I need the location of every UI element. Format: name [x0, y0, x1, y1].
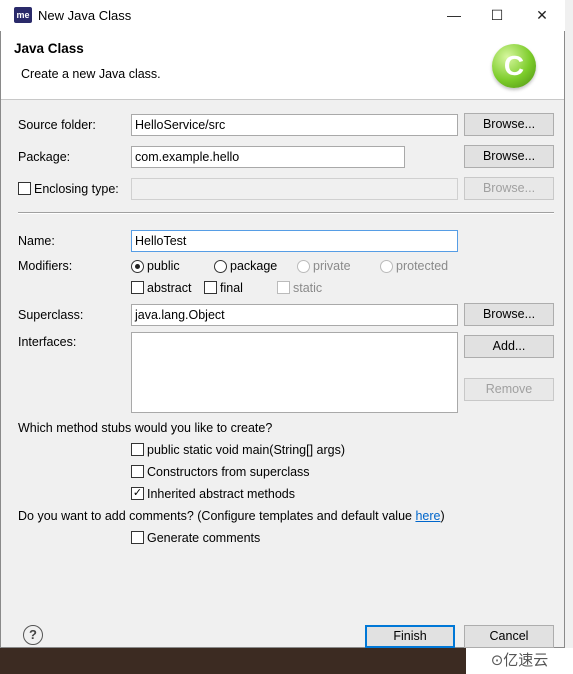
constructors-checkbox[interactable]: [131, 465, 144, 478]
private-radio[interactable]: [297, 260, 310, 273]
separator: [18, 212, 554, 214]
close-button[interactable]: ✕: [529, 5, 555, 25]
comments-question-text: Do you want to add comments? (Configure …: [18, 509, 416, 523]
source-folder-browse-button[interactable]: Browse...: [464, 113, 554, 136]
modifiers-label: Modifiers:: [18, 259, 73, 273]
superclass-browse-button[interactable]: Browse...: [464, 303, 554, 326]
window-title: New Java Class: [38, 8, 132, 23]
package-browse-button[interactable]: Browse...: [464, 145, 554, 168]
source-folder-field[interactable]: HelloService/src: [131, 114, 458, 136]
page-title: Java Class: [14, 41, 84, 56]
inherited-methods-checkbox[interactable]: ✓: [131, 487, 144, 500]
superclass-label: Superclass:: [18, 308, 84, 322]
constructors-label: Constructors from superclass: [147, 465, 310, 479]
final-checkbox[interactable]: [204, 281, 217, 294]
enclosing-type-field[interactable]: [131, 178, 458, 200]
source-folder-label: Source folder:: [18, 118, 96, 132]
main-method-checkbox[interactable]: [131, 443, 144, 456]
abstract-checkbox[interactable]: [131, 281, 144, 294]
enclosing-type-browse-button[interactable]: Browse...: [464, 177, 554, 200]
final-checkbox-label: final: [220, 281, 243, 295]
protected-radio-label: protected: [396, 259, 449, 273]
comments-question: Do you want to add comments? (Configure …: [18, 509, 445, 523]
configure-templates-link[interactable]: here: [415, 509, 440, 523]
protected-radio[interactable]: [380, 260, 393, 273]
superclass-field[interactable]: java.lang.Object: [131, 304, 458, 326]
minimize-button[interactable]: —: [441, 5, 467, 25]
public-radio[interactable]: [131, 260, 144, 273]
public-radio-label: public: [147, 259, 180, 273]
java-class-icon: C: [492, 44, 536, 88]
background-window-right: [565, 0, 573, 674]
enclosing-type-label: Enclosing type:: [34, 182, 119, 196]
static-checkbox[interactable]: [277, 281, 290, 294]
package-radio-label: package: [230, 259, 278, 273]
finish-button[interactable]: Finish: [365, 625, 455, 648]
watermark-logo: ⊙亿速云: [466, 648, 573, 674]
generate-comments-label: Generate comments: [147, 531, 261, 545]
inherited-methods-label: Inherited abstract methods: [147, 487, 295, 501]
package-label: Package:: [18, 150, 71, 164]
name-field[interactable]: HelloTest: [131, 230, 458, 252]
static-checkbox-label: static: [293, 281, 323, 295]
package-radio[interactable]: [214, 260, 227, 273]
name-label: Name:: [18, 234, 55, 248]
package-field[interactable]: com.example.hello: [131, 146, 405, 168]
maximize-button[interactable]: ☐: [484, 5, 510, 25]
interfaces-label: Interfaces:: [18, 335, 77, 349]
comments-question-end: ): [440, 509, 445, 523]
cancel-button[interactable]: Cancel: [464, 625, 554, 648]
main-method-label: public static void main(String[] args): [147, 443, 345, 457]
add-interface-button[interactable]: Add...: [464, 335, 554, 358]
generate-comments-checkbox[interactable]: [131, 531, 144, 544]
page-description: Create a new Java class.: [21, 67, 161, 81]
help-icon[interactable]: ?: [23, 625, 43, 645]
remove-interface-button[interactable]: Remove: [464, 378, 554, 401]
method-stubs-question: Which method stubs would you like to cre…: [18, 421, 273, 435]
private-radio-label: private: [313, 259, 351, 273]
enclosing-type-checkbox[interactable]: [18, 182, 31, 195]
eclipse-app-icon: me: [14, 7, 32, 23]
abstract-checkbox-label: abstract: [147, 281, 192, 295]
wizard-header: [1, 31, 564, 100]
interfaces-list[interactable]: [131, 332, 458, 413]
